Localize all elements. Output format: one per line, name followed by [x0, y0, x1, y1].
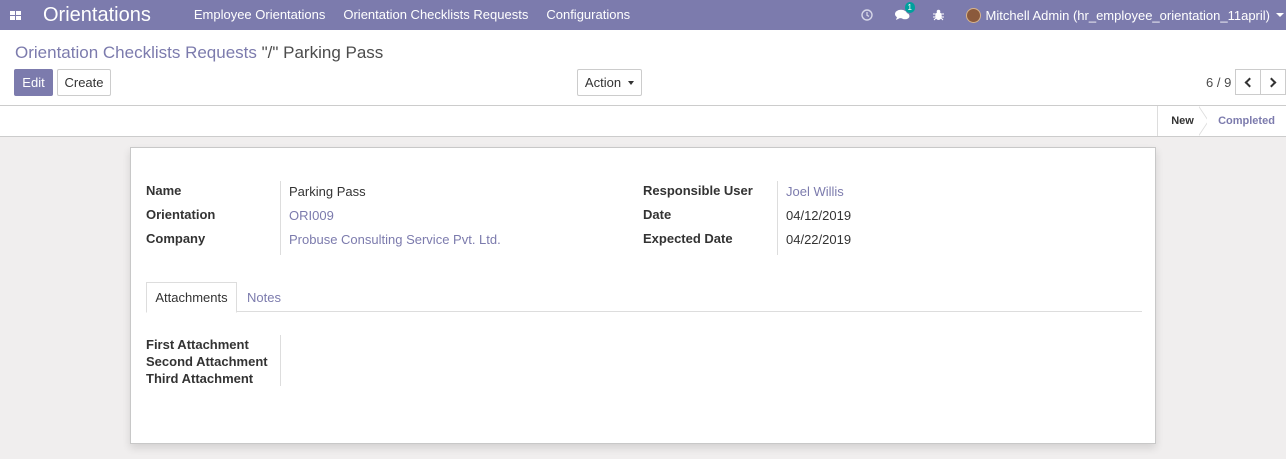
tab-attachments[interactable]: Attachments: [146, 282, 237, 313]
chevron-left-icon: [1244, 77, 1255, 87]
user-dropdown-caret-icon: [1276, 13, 1284, 17]
user-menu[interactable]: Mitchell Admin (hr_employee_orientation_…: [965, 7, 1284, 23]
action-dropdown-button[interactable]: Action: [577, 69, 642, 96]
messages-count-badge: 1: [904, 2, 915, 13]
action-label: Action: [584, 75, 622, 90]
edit-button[interactable]: Edit: [14, 69, 53, 96]
third-attachment-label: Third Attachment: [146, 371, 254, 386]
action-caret-icon: [628, 80, 635, 85]
chevron-right-icon: [1266, 77, 1277, 87]
notebook-tabs: Attachments Notes: [146, 282, 1142, 313]
stage-completed[interactable]: Completed: [1207, 106, 1286, 136]
date-value: 04/12/2019: [786, 208, 852, 223]
pager-value[interactable]: 6 / 9: [1206, 75, 1231, 90]
orientation-label: Orientation: [146, 207, 216, 222]
user-name: Mitchell Admin (hr_employee_orientation_…: [985, 7, 1270, 23]
create-button[interactable]: Create: [57, 69, 111, 96]
menu-configurations[interactable]: Configurations: [546, 0, 630, 30]
tab-notes[interactable]: Notes: [237, 282, 291, 313]
name-value: Parking Pass: [289, 184, 366, 199]
app-title: Orientations: [43, 4, 151, 26]
company-label: Company: [146, 231, 206, 246]
user-avatar: [965, 7, 981, 23]
expected-date-label: Expected Date: [643, 231, 733, 246]
debug-bug-icon[interactable]: [930, 0, 948, 30]
right-group-divider: [777, 181, 778, 255]
date-label: Date: [643, 207, 672, 222]
breadcrumb-current: Parking Pass: [283, 43, 384, 62]
apps-menu-icon[interactable]: [0, 0, 30, 30]
top-navbar: Orientations Employee Orientations Orien…: [0, 0, 1286, 30]
company-link[interactable]: Probuse Consulting Service Pvt. Ltd.: [289, 232, 501, 247]
pager-next-button[interactable]: [1260, 69, 1286, 95]
pager-previous-button[interactable]: [1235, 69, 1261, 95]
activity-clock-icon[interactable]: [858, 0, 876, 30]
status-bar: New Completed: [0, 106, 1286, 137]
name-label: Name: [146, 183, 182, 198]
control-panel: Orientation Checklists Requests "/" Park…: [0, 30, 1286, 106]
form-sheet: Name Orientation Company Parking Pass OR…: [130, 147, 1156, 444]
breadcrumb-separator: "/": [256, 43, 284, 62]
breadcrumb: Orientation Checklists Requests "/" Park…: [15, 43, 383, 63]
breadcrumb-parent-link[interactable]: Orientation Checklists Requests: [15, 43, 257, 62]
attachments-divider: [280, 335, 281, 386]
responsible-user-label: Responsible User: [643, 183, 753, 198]
menu-orientation-checklists-requests[interactable]: Orientation Checklists Requests: [343, 0, 528, 30]
navbar-systray: 1 Mitchell Admin (hr_employee_orientatio…: [858, 0, 1286, 30]
expected-date-value: 04/22/2019: [786, 232, 852, 247]
first-attachment-label: First Attachment: [146, 337, 249, 352]
menu-employee-orientations[interactable]: Employee Orientations: [194, 0, 326, 30]
messages-icon[interactable]: 1: [894, 0, 915, 30]
second-attachment-label: Second Attachment: [146, 354, 268, 369]
responsible-user-link[interactable]: Joel Willis: [786, 184, 844, 199]
orientation-link[interactable]: ORI009: [289, 208, 334, 223]
left-group-divider: [280, 181, 281, 255]
